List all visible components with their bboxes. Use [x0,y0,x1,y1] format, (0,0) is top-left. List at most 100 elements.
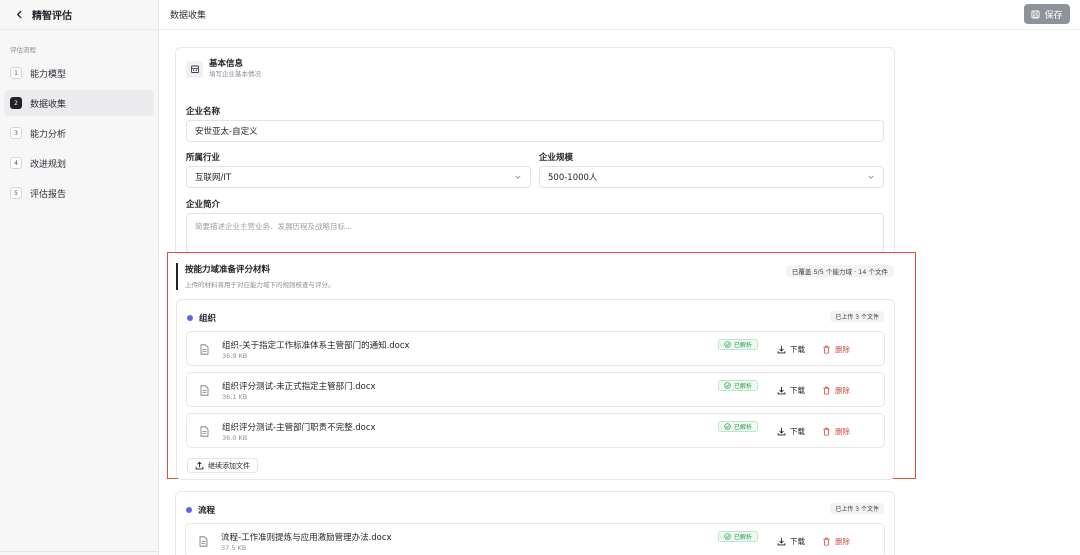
step-number: 1 [10,67,22,79]
chevron-down-icon [868,175,874,179]
file-row: 流程-工作准则提炼与应用激励管理办法.docx 37.5 KB 已解析 下载 删… [185,523,885,555]
scale-label: 企业规模 [539,153,574,163]
intro-placeholder: 简要描述企业主营业务、发展历程及战略目标... [195,222,353,231]
delete-label: 删除 [835,427,850,436]
materials-section: 按能力域准备评分材料 上传的材料将用于对应能力域下的规则核查与评分。 已覆盖 5… [167,252,916,480]
delete-button[interactable]: 删除 [822,385,850,396]
domain-card-process: 流程 已上传 3 个文件 流程-工作准则提炼与应用激励管理办法.docx 37.… [175,491,895,555]
delete-button[interactable]: 删除 [822,426,850,437]
parsed-badge: 已解析 [717,380,758,391]
check-circle-icon [724,533,731,540]
sidebar-header: 精智评估 [0,0,158,30]
parsed-label: 已解析 [733,424,752,431]
step-number: 4 [10,157,22,169]
trash-icon [823,427,830,436]
sidebar-item-assessment-report[interactable]: 5 评估报告 [4,180,154,206]
parsed-badge: 已解析 [717,531,758,542]
app-title: 精智评估 [32,11,72,22]
main-content: 基本信息 填写企业基本情况 企业名称 安世亚太-自定义 所属行业 互联网/IT … [160,31,1080,555]
basic-info-subtitle: 填写企业基本情况 [209,70,261,78]
download-button[interactable]: 下载 [777,536,805,547]
save-button[interactable]: 保存 [1024,4,1070,24]
domain-name: 流程 [198,506,216,516]
basic-info-header: 基本信息 填写企业基本情况 [186,59,261,79]
top-bar: 数据收集 保存 [160,0,1080,30]
intro-label: 企业简介 [186,200,221,210]
sidebar-nav: 1 能力模型 2 数据收集 3 能力分析 4 改进规划 5 评估报告 [0,60,158,206]
step-number: 2 [10,97,22,109]
materials-title: 按能力域准备评分材料 [185,265,271,275]
file-name: 组织评分测试-未正式指定主管部门.docx [222,382,376,392]
delete-button[interactable]: 删除 [822,344,850,355]
domain-header: 流程 [186,504,215,516]
coverage-badge: 已覆盖 5/5 个能力域 · 14 个文件 [785,265,894,277]
download-button[interactable]: 下载 [777,385,805,396]
page-title: 数据收集 [170,11,207,21]
download-icon [777,386,786,395]
step-number: 5 [10,187,22,199]
file-size: 37.5 KB [221,544,247,552]
upload-icon [195,461,204,470]
delete-label: 删除 [835,386,850,395]
file-size: 36.0 KB [222,434,248,442]
chevron-left-icon[interactable] [12,8,26,22]
sidebar: 精智评估 评估流程 1 能力模型 2 数据收集 3 能力分析 4 改进规划 5 … [0,0,159,555]
check-circle-icon [724,341,731,348]
download-button[interactable]: 下载 [777,426,805,437]
industry-value: 互联网/IT [195,173,232,183]
domain-name: 组织 [199,314,217,324]
file-size: 36.1 KB [222,393,248,401]
trash-icon [823,386,830,395]
download-label: 下载 [790,427,805,436]
trash-icon [823,537,830,546]
delete-label: 删除 [835,537,850,546]
parsed-badge: 已解析 [717,421,758,432]
file-name: 流程-工作准则提炼与应用激励管理办法.docx [221,533,392,543]
basic-info-card: 基本信息 填写企业基本情况 企业名称 安世亚太-自定义 所属行业 互联网/IT … [175,47,895,277]
download-icon [777,345,786,354]
check-circle-icon [724,382,731,389]
sidebar-item-label: 改进规划 [30,159,67,170]
sidebar-item-label: 数据收集 [30,99,67,110]
file-row: 组织-关于指定工作标准体系主管部门的通知.docx 36.9 KB 已解析 下载… [186,331,885,366]
basic-info-title: 基本信息 [209,59,244,69]
materials-subtitle: 上传的材料将用于对应能力域下的规则核查与评分。 [185,281,335,289]
add-file-label: 继续添加文件 [208,462,250,470]
scale-select[interactable]: 500-1000人 [539,166,884,188]
materials-header: 按能力域准备评分材料 上传的材料将用于对应能力域下的规则核查与评分。 [176,263,335,290]
download-label: 下载 [790,345,805,354]
delete-button[interactable]: 删除 [822,536,850,547]
domain-header: 组织 [187,312,216,324]
file-icon [199,536,208,547]
sidebar-footer-divider [0,551,159,555]
file-row: 组织评分测试-未正式指定主管部门.docx 36.1 KB 已解析 下载 删除 [186,372,885,407]
file-icon [200,385,209,396]
parsed-label: 已解析 [733,342,752,349]
add-file-button[interactable]: 继续添加文件 [187,458,258,473]
sidebar-item-label: 能力分析 [30,129,67,140]
sidebar-item-capability-model[interactable]: 1 能力模型 [4,60,154,86]
parsed-label: 已解析 [733,534,752,541]
intro-textarea[interactable]: 简要描述企业主营业务、发展历程及战略目标... [186,213,884,253]
company-name-input[interactable]: 安世亚太-自定义 [186,120,884,142]
domain-card-organization: 组织 已上传 3 个文件 组织-关于指定工作标准体系主管部门的通知.docx 3… [176,299,895,480]
step-number: 3 [10,127,22,139]
industry-select[interactable]: 互联网/IT [186,166,531,188]
file-size: 36.9 KB [222,352,248,360]
download-button[interactable]: 下载 [777,344,805,355]
save-icon [1031,9,1041,19]
download-icon [777,537,786,546]
download-label: 下载 [790,386,805,395]
domain-dot [187,315,193,321]
sidebar-item-improvement-plan[interactable]: 4 改进规划 [4,150,154,176]
sidebar-item-capability-analysis[interactable]: 3 能力分析 [4,120,154,146]
sidebar-item-label: 能力模型 [30,69,67,80]
upload-count-badge: 已上传 3 个文件 [830,311,884,322]
parsed-label: 已解析 [733,383,752,390]
check-circle-icon [724,423,731,430]
download-icon [777,427,786,436]
trash-icon [823,345,830,354]
file-name: 组织-关于指定工作标准体系主管部门的通知.docx [222,341,410,351]
domain-dot [186,507,192,513]
sidebar-item-data-collection[interactable]: 2 数据收集 [4,90,154,116]
